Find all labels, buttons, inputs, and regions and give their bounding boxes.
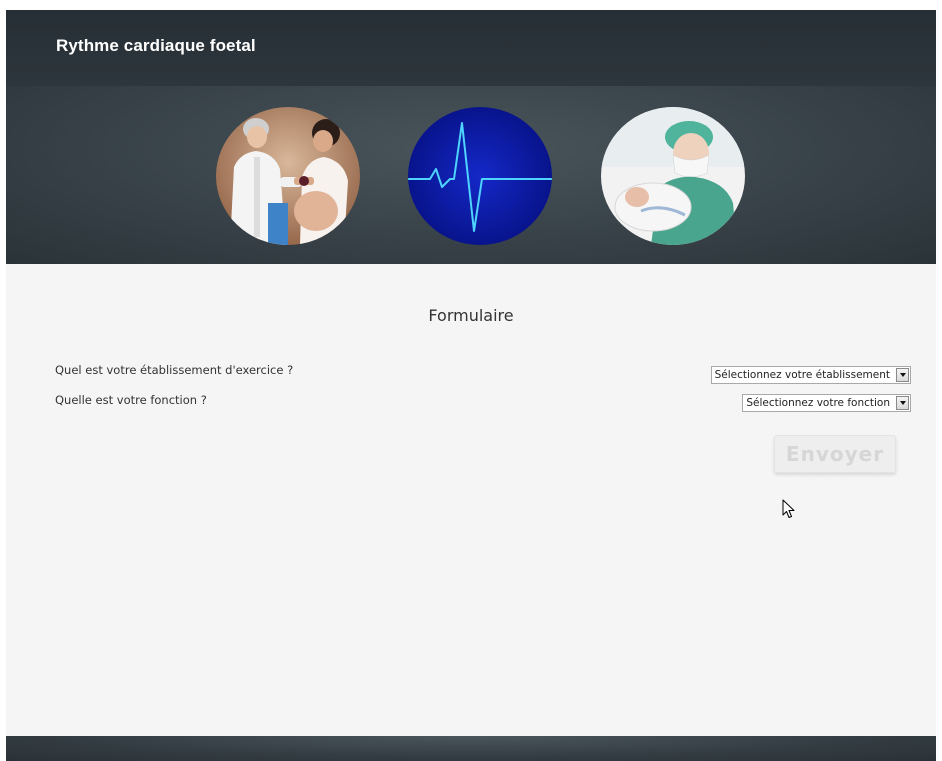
site-title: Rythme cardiaque foetal — [56, 36, 256, 55]
establishment-select-value: Sélectionnez votre établissement — [714, 369, 890, 381]
mouse-cursor-icon — [782, 499, 795, 518]
doctor-pregnant-woman-illustration — [216, 107, 360, 245]
function-question-label: Quelle est votre fonction ? — [55, 393, 207, 407]
establishment-select[interactable]: Sélectionnez votre établissement — [710, 366, 911, 384]
nurse-newborn-image — [601, 107, 745, 245]
establishment-question-label: Quel est votre établissement d'exercice … — [55, 363, 294, 377]
submit-button[interactable]: Envoyer — [774, 435, 896, 473]
form-title: Formulaire — [428, 306, 514, 325]
heartbeat-icon — [408, 107, 552, 245]
hero-banner — [6, 86, 936, 264]
main-content: Formulaire Quel est votre établissement … — [6, 264, 936, 736]
site-header: Rythme cardiaque foetal — [6, 10, 936, 86]
function-select[interactable]: Sélectionnez votre fonction — [742, 394, 911, 412]
chevron-down-icon[interactable] — [896, 396, 909, 410]
site-footer — [6, 736, 936, 761]
function-select-value: Sélectionnez votre fonction — [746, 397, 890, 409]
nurse-newborn-illustration — [601, 107, 745, 245]
heartbeat-image — [408, 107, 552, 245]
chevron-down-icon[interactable] — [896, 368, 909, 382]
doctor-pregnant-woman-image — [216, 107, 360, 245]
app: Rythme cardiaque foetal Formulaire Quel … — [0, 0, 942, 761]
